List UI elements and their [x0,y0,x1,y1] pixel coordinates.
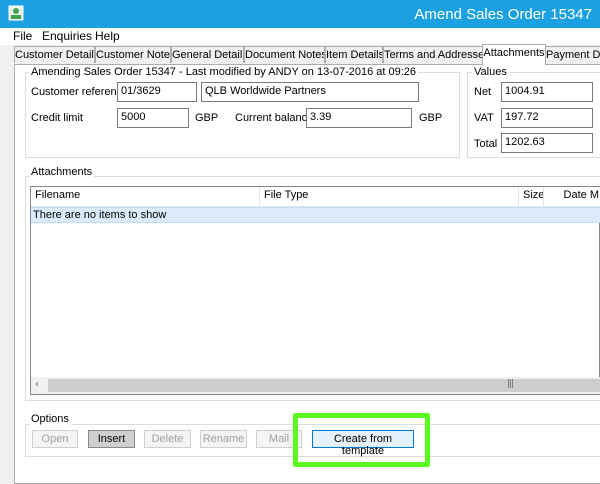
current-balance-label: Current balance [235,112,314,124]
column-size[interactable]: Size [519,187,544,206]
customer-reference-label: Customer reference [31,86,129,98]
scrollbar-thumb[interactable]: ||| [48,379,600,392]
values-label: Values [472,66,509,78]
tab-payment-details[interactable]: Payment De [545,46,600,63]
tab-document-notes[interactable]: Document Notes [244,46,325,63]
tab-terms-and-addresses[interactable]: Terms and Addresses [383,46,483,63]
delete-button[interactable]: Delete [144,430,191,448]
menu-bar: File Enquiries Help [0,28,600,45]
scroll-grip-icon: ||| [507,379,514,389]
tab-strip: Customer Details Customer Notes General … [0,44,600,65]
menu-file[interactable]: File [13,29,32,43]
vat-label: VAT [474,112,494,124]
total-field[interactable]: 1202.63 [501,133,593,153]
tab-item-details[interactable]: Item Details [325,46,383,63]
insert-button[interactable]: Insert [88,430,135,448]
order-summary-label: Amending Sales Order 15347 - Last modifi… [29,66,419,78]
window-title: Amend Sales Order 15347 [414,6,592,23]
tab-general-details[interactable]: General Details [171,46,244,63]
menu-enquiries[interactable]: Enquiries [42,29,92,43]
net-field[interactable]: 1004.91 [501,82,593,102]
rename-button[interactable]: Rename [200,430,247,448]
column-file-type[interactable]: File Type [260,187,519,206]
tab-customer-details[interactable]: Customer Details [14,46,95,63]
title-bar: Amend Sales Order 15347 [0,0,600,28]
credit-limit-field[interactable]: 5000 [117,108,189,128]
customer-reference-field[interactable]: 01/3629 [117,82,197,102]
current-balance-field[interactable]: 3.39 [306,108,412,128]
tab-customer-notes[interactable]: Customer Notes [95,46,171,63]
options-label: Options [29,413,71,425]
attachments-list[interactable]: Filename File Type Size Date M There are… [30,186,600,395]
open-button[interactable]: Open [32,430,78,448]
credit-limit-label: Credit limit [31,112,83,124]
credit-limit-currency: GBP [195,112,219,124]
highlight-box [293,413,430,467]
app-icon [8,5,24,21]
vat-field[interactable]: 197.72 [501,108,593,128]
menu-help[interactable]: Help [95,29,120,43]
tab-attachments[interactable]: Attachments [482,44,546,65]
horizontal-scrollbar[interactable]: ‹ ||| [31,377,600,394]
net-label: Net [474,86,492,98]
column-filename[interactable]: Filename [31,187,260,206]
scroll-left-icon[interactable]: ‹ [35,379,39,390]
total-label: Total [474,138,498,150]
attachments-label: Attachments [29,166,95,178]
empty-list-message: There are no items to show [31,207,600,223]
current-balance-currency: GBP [419,112,443,124]
column-date-modified[interactable]: Date M [544,187,600,206]
customer-name-field[interactable]: QLB Worldwide Partners [201,82,419,102]
